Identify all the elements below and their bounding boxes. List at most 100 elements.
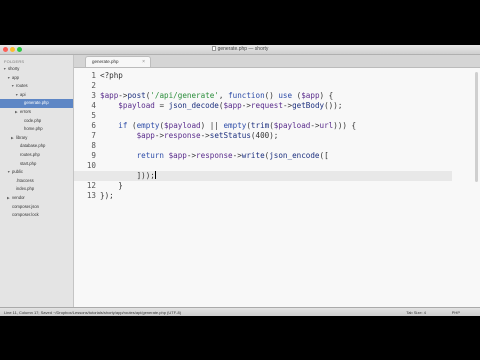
sidebar-item-label: routes: [16, 83, 28, 89]
line-number: 1: [91, 71, 96, 80]
code-token: empty: [223, 121, 247, 130]
code-token: $app: [301, 91, 320, 100]
tab-generate-php[interactable]: generate.php ×: [85, 56, 151, 67]
window-title-text: generate.php — shorty: [217, 46, 269, 52]
line-number: 7: [91, 131, 96, 140]
sidebar-item-composer-lock[interactable]: composer.lock: [0, 211, 73, 220]
sidebar-item-database-php[interactable]: database.php: [0, 142, 73, 151]
tab-label: generate.php: [92, 59, 119, 64]
code-line[interactable]: return $app->response->write(json_encode…: [100, 151, 329, 161]
sidebar-item-label: .htaccess: [16, 177, 34, 183]
sidebar-item-api[interactable]: ▼ api: [0, 91, 73, 100]
status-bar: Line 11, Column 17; Saved ~/Dropbox/Less…: [0, 307, 480, 316]
line-number: 5: [91, 111, 96, 120]
syntax-selector[interactable]: PHP: [452, 308, 460, 316]
code-token: return: [136, 151, 165, 160]
code-token: url: [319, 121, 334, 130]
code-token: write: [241, 151, 265, 160]
sidebar-item-label: code.php: [24, 117, 42, 123]
sidebar-item-start-php[interactable]: start.php: [0, 160, 73, 169]
code-token: ->: [154, 131, 165, 140]
code-line[interactable]: });: [100, 191, 114, 201]
sidebar-item-label: generate.php: [24, 100, 49, 106]
line-number: 3: [91, 91, 96, 100]
sidebar-item-public[interactable]: ▼ public: [0, 168, 73, 177]
current-code-line[interactable]: ]));: [74, 171, 452, 181]
code-token: (: [292, 91, 302, 100]
code-token: request: [250, 101, 283, 110]
sidebar-item-routes[interactable]: ▼ routes: [0, 82, 73, 91]
line-number: 10: [86, 161, 96, 170]
sidebar-item-label: errors: [20, 109, 31, 114]
code-token: ))) {: [333, 121, 357, 130]
tab-bar: generate.php ×: [74, 55, 480, 68]
sidebar-item-library[interactable]: ▶ library: [0, 134, 73, 143]
code-token: response: [196, 151, 233, 160]
scrollbar-thumb[interactable]: [475, 72, 478, 182]
sidebar-item-errors[interactable]: ▶ errors: [0, 108, 73, 117]
sidebar-item-label: start.php: [20, 160, 37, 166]
disclosure-closed-icon[interactable]: ▶: [15, 108, 18, 117]
disclosure-open-icon[interactable]: ▼: [15, 91, 18, 100]
code-token: (400);: [250, 131, 279, 140]
sidebar-item-composer-json[interactable]: composer.json: [0, 203, 73, 212]
code-line[interactable]: $app->response->setStatus(400);: [100, 131, 279, 141]
tab-size-selector[interactable]: Tab Size: 4: [406, 308, 426, 316]
sidebar-item-routes-php[interactable]: routes.php: [0, 151, 73, 160]
sidebar-item-code-php[interactable]: code.php: [0, 117, 73, 126]
code-token: $payload: [118, 101, 155, 110]
code-token: setStatus: [209, 131, 251, 140]
code-editor[interactable]: 12345678910111213 <?php$app->post('/api/…: [74, 68, 480, 307]
line-number: 13: [86, 191, 96, 200]
sidebar-item-generate-php[interactable]: generate.php: [0, 99, 73, 108]
sidebar-item-label: index.php: [16, 186, 35, 192]
code-token: trim: [250, 121, 270, 130]
code-token: ,: [218, 91, 229, 100]
code-token: use: [278, 91, 293, 100]
sidebar-item-label: composer.lock: [12, 212, 39, 218]
sidebar-item-label: app: [12, 74, 19, 80]
line-number: 4: [91, 101, 96, 110]
code-token: getBody: [292, 101, 325, 110]
disclosure-closed-icon[interactable]: ▶: [11, 134, 14, 143]
code-token: json_decode: [168, 101, 219, 110]
code-token: $app: [100, 91, 119, 100]
code-line[interactable]: }: [100, 181, 123, 191]
sidebar-item-label: api: [20, 91, 26, 97]
disclosure-open-icon[interactable]: ▼: [3, 65, 6, 74]
disclosure-open-icon[interactable]: ▼: [7, 168, 10, 177]
text-cursor: [154, 171, 156, 179]
sidebar-header: FOLDERS: [4, 59, 25, 64]
disclosure-closed-icon[interactable]: ▶: [7, 194, 10, 203]
disclosure-open-icon[interactable]: ▼: [7, 74, 10, 83]
code-token: ) {: [319, 91, 334, 100]
disclosure-open-icon[interactable]: ▼: [11, 82, 14, 91]
sidebar-item-label: shorty: [8, 66, 20, 71]
code-line[interactable]: $payload = json_decode($app->request->ge…: [100, 101, 342, 111]
code-line[interactable]: if (empty($payload) || empty(trim($paylo…: [100, 121, 356, 131]
sidebar-item-label: library: [16, 134, 28, 140]
code-token: ([: [319, 151, 329, 160]
code-token: function: [228, 91, 265, 100]
code-line[interactable]: $app->post('/api/generate', function() u…: [100, 91, 333, 101]
code-token: =: [154, 101, 169, 110]
code-line[interactable]: <?php: [100, 71, 123, 81]
code-token: ->: [200, 131, 210, 140]
sidebar-item-app[interactable]: ▼ app: [0, 74, 73, 83]
sidebar-item-htaccess[interactable]: .htaccess: [0, 177, 73, 186]
title-bar[interactable]: generate.php — shorty: [0, 45, 480, 55]
sidebar: FOLDERS ▼ shorty ▼ app ▼ routes ▼ api generate.p…: [0, 55, 74, 307]
sidebar-item-home-php[interactable]: home.php: [0, 125, 73, 134]
sidebar-item-vendor[interactable]: ▶ vendor: [0, 194, 73, 203]
code-token: $app: [136, 131, 155, 140]
code-token: $payload: [164, 121, 201, 130]
line-number: 12: [86, 181, 96, 190]
tab-close-icon[interactable]: ×: [142, 57, 145, 67]
sidebar-item-shorty[interactable]: ▼ shorty: [0, 65, 73, 74]
status-message: Line 11, Column 17; Saved ~/Dropbox/Less…: [4, 310, 182, 315]
sidebar-item-index-php[interactable]: index.php: [0, 185, 73, 194]
